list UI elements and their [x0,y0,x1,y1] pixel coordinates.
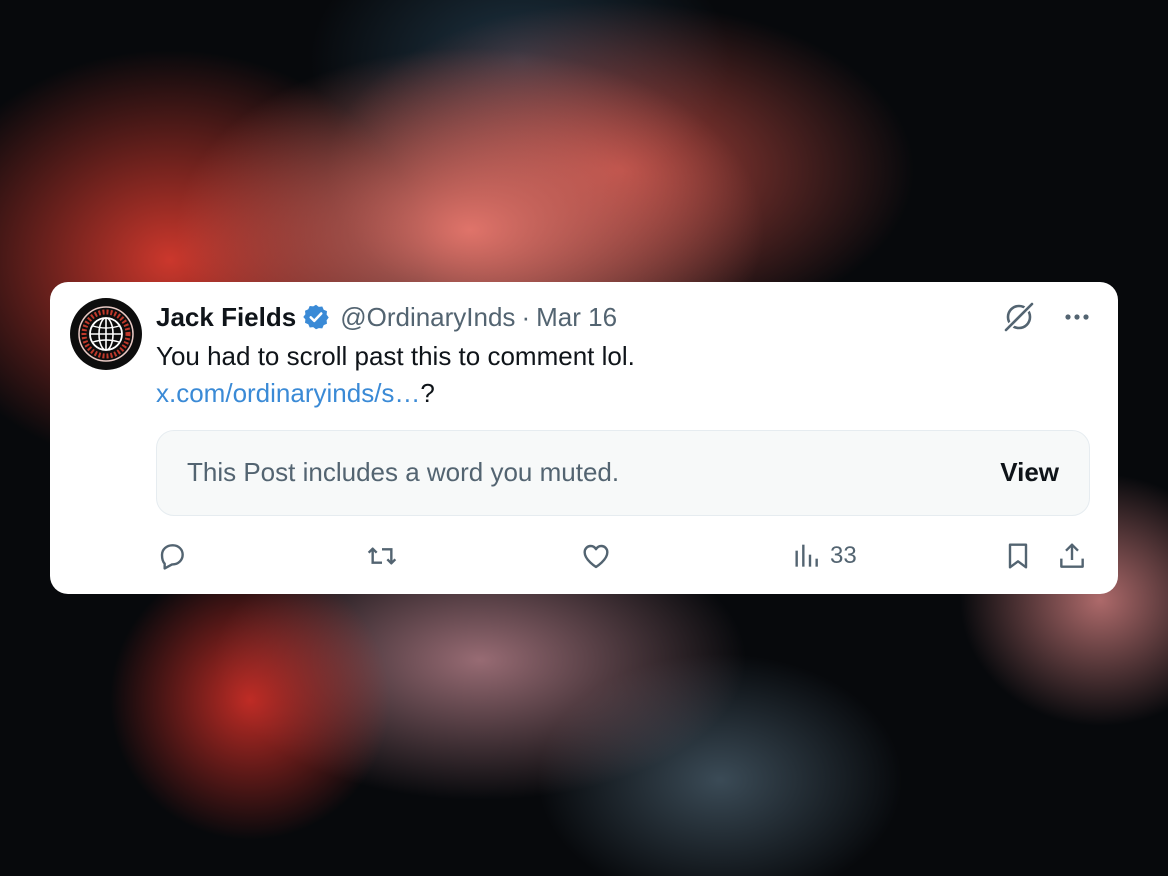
post-text: You had to scroll past this to comment l… [156,338,1056,412]
views-count: 33 [830,542,857,569]
avatar[interactable] [70,298,142,370]
like-icon [583,544,609,569]
more-icon[interactable] [1062,302,1092,332]
author-handle[interactable]: @OrdinaryInds [340,302,515,333]
views-button[interactable]: 33 [790,534,857,578]
post-card[interactable]: Jack Fields @OrdinaryInds · Mar 16 You h… [50,282,1118,594]
author-name[interactable]: Jack Fields [156,302,296,333]
share-button[interactable] [1056,534,1088,578]
post-link-suffix: ? [420,378,435,408]
reply-icon [160,544,184,570]
post-link[interactable]: x.com/ordinaryinds/s… [156,378,420,408]
separator: · [521,301,531,332]
view-button[interactable]: View [1000,457,1059,488]
globe-logo-avatar [78,306,134,362]
verified-badge-icon[interactable] [302,303,330,331]
repost-button[interactable] [366,534,398,578]
post-header: Jack Fields @OrdinaryInds · Mar 16 [156,300,617,334]
bookmark-button[interactable] [1002,534,1034,578]
grok-icon[interactable] [1002,300,1036,334]
reply-button[interactable] [156,534,188,578]
share-icon [1060,543,1084,568]
repost-icon [367,547,397,565]
post-link-line: x.com/ordinaryinds/s…? [156,375,1056,412]
muted-notice-text: This Post includes a word you muted. [187,457,620,487]
like-button[interactable] [580,534,612,578]
post-top-actions [1002,300,1092,334]
post-text-line: You had to scroll past this to comment l… [156,341,635,371]
muted-post-notice: This Post includes a word you muted. Vie… [156,430,1090,516]
post-actions: 33 [50,534,1118,578]
post-date[interactable]: Mar 16 [536,302,617,333]
views-icon [795,544,818,567]
bookmark-icon [1008,543,1028,569]
